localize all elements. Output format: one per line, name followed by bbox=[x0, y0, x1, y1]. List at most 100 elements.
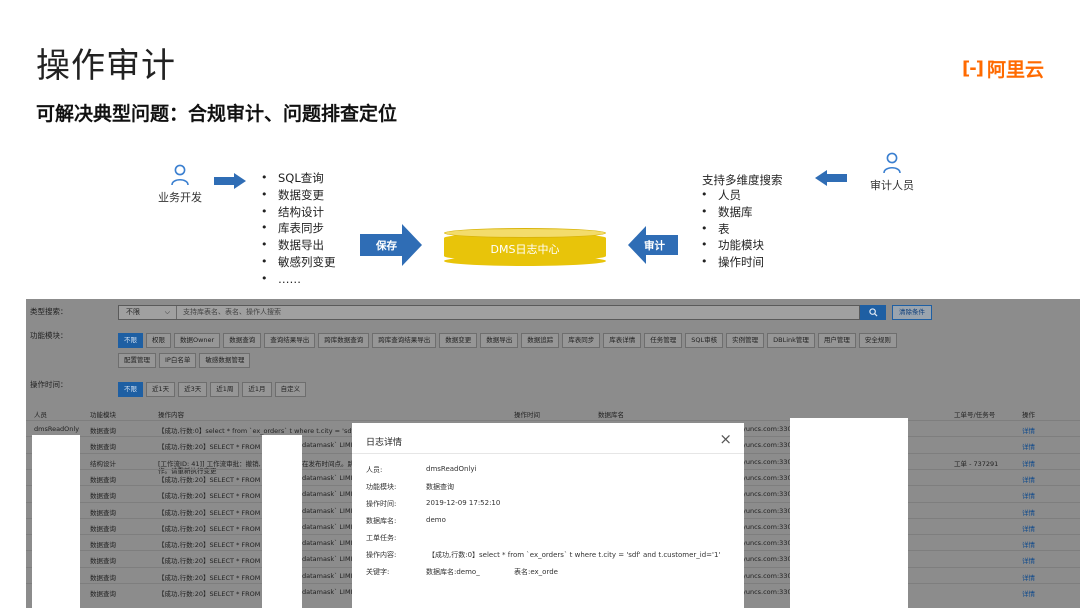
filter-chip[interactable]: 近1天 bbox=[146, 382, 176, 397]
filter-chip[interactable]: 近1周 bbox=[210, 382, 240, 397]
cell-module: 结构设计 bbox=[90, 459, 116, 468]
cell-db: yuncs.com:330 bbox=[742, 441, 792, 450]
cell-module: 数据查询 bbox=[90, 443, 116, 452]
detail-link[interactable]: 详情 bbox=[1022, 523, 1035, 533]
brand-logo: [-] 阿里云 bbox=[962, 55, 1044, 82]
filter-chip[interactable]: 不限 bbox=[118, 333, 143, 348]
cell-module: 数据查询 bbox=[90, 492, 116, 501]
alibaba-cloud-mark-icon: [-] bbox=[962, 58, 984, 79]
detail-link[interactable]: 详情 bbox=[1022, 588, 1035, 598]
type-search-bar: 不限 ⌵ 支持库表名、表名、操作人搜索 bbox=[118, 305, 860, 320]
cell-content: 【成功,行数:20】SELECT * FROM bbox=[158, 590, 261, 598]
filter-chip[interactable]: 查询结果导出 bbox=[264, 333, 316, 348]
log-detail-modal: 日志详情 × 人员: dmsReadOnlyi 功能模块: 数据查询 操作时间: 2019… bbox=[352, 423, 744, 608]
cell-content: 【成功,行数:20】SELECT * FROM bbox=[158, 492, 261, 501]
filter-chip[interactable]: 实例管理 bbox=[726, 333, 765, 348]
filter-chip[interactable]: 自定义 bbox=[274, 382, 307, 397]
search-input[interactable]: 支持库表名、表名、操作人搜索 bbox=[183, 306, 783, 319]
cell-module: 数据查询 bbox=[90, 541, 116, 550]
detail-link[interactable]: 详情 bbox=[1022, 474, 1035, 484]
filter-chip[interactable]: 近1月 bbox=[242, 382, 272, 397]
detail-link[interactable]: 详情 bbox=[1022, 572, 1035, 582]
filter-chip[interactable]: DBLink管理 bbox=[767, 333, 815, 348]
cell-module: 数据查询 bbox=[90, 557, 116, 566]
cell-db: yuncs.com:330 bbox=[742, 522, 792, 531]
search-dimension-item: 数据库 bbox=[700, 204, 764, 221]
detail-link[interactable]: 详情 bbox=[1022, 539, 1035, 549]
search-button[interactable] bbox=[860, 305, 886, 320]
detail-link[interactable]: 详情 bbox=[1022, 458, 1035, 468]
col-db: 数据库名 bbox=[598, 411, 624, 419]
filter-chip[interactable]: 近3天 bbox=[178, 382, 208, 397]
module-chips-row-1: 不限 权限 数据Owner 数据查询 查询结果导出 跨库数据查询 跨库查询结果导出 数据变更数… bbox=[118, 333, 897, 348]
cell-module: 数据查询 bbox=[90, 475, 116, 484]
brand-text: 阿里云 bbox=[986, 59, 1044, 81]
modal-field-key: 数据库名: bbox=[366, 517, 397, 525]
filter-chip[interactable]: 配置管理 bbox=[118, 353, 156, 368]
modal-field-value: dmsReadOnlyi bbox=[426, 465, 477, 473]
auditor-actor: 审计人员 bbox=[870, 152, 914, 193]
filter-chip[interactable]: 库表详情 bbox=[603, 333, 642, 348]
filter-chip[interactable]: 库表同步 bbox=[562, 333, 601, 348]
col-time: 操作时间 bbox=[514, 411, 540, 419]
search-dimension-item: 表 bbox=[700, 221, 764, 238]
cell-content: 【成功,行数:20】SELECT * FROM bbox=[158, 557, 261, 566]
cell-content-tail: datamask` LIMIT bbox=[302, 539, 357, 548]
filter-chip[interactable]: 跨库查询结果导出 bbox=[372, 333, 437, 348]
feature-item: 敏感列变更 bbox=[260, 254, 336, 271]
filter-chip[interactable]: IP白名单 bbox=[159, 353, 197, 368]
filter-chip[interactable]: 敏感数据管理 bbox=[199, 353, 251, 368]
cell-content-tail: datamask` LIMIT bbox=[302, 571, 357, 580]
modal-field-value: 2019-12-09 17:52:10 bbox=[426, 499, 501, 507]
clear-filters-button[interactable]: 清除条件 bbox=[892, 305, 932, 320]
detail-link[interactable]: 详情 bbox=[1022, 441, 1035, 451]
detail-link[interactable]: 详情 bbox=[1022, 555, 1035, 565]
col-action: 操作 bbox=[1022, 411, 1035, 419]
filter-chip[interactable]: 数据Owner bbox=[174, 333, 221, 348]
modal-divider bbox=[352, 453, 744, 454]
modal-field-value: demo bbox=[426, 516, 446, 524]
cell-content-tail: datamask` LIMIT bbox=[302, 588, 357, 596]
cell-person: dmsReadOnly bbox=[34, 425, 80, 433]
search-dimension-item: 功能模块 bbox=[700, 237, 764, 254]
cell-content-tail: datamask` LIMIT bbox=[302, 441, 357, 450]
dev-feature-list: SQL查询数据变更结构设计库表同步数据导出敏感列变更…… bbox=[260, 170, 336, 288]
type-select[interactable]: 不限 ⌵ bbox=[119, 306, 177, 319]
cell-db: yuncs.com:330 bbox=[742, 555, 792, 564]
filter-chip[interactable]: 数据查询 bbox=[223, 333, 262, 348]
dms-log-center: DMS日志中心 bbox=[444, 228, 606, 266]
module-chips-row-2: 配置管理 IP白名单 敏感数据管理 bbox=[118, 353, 251, 368]
cell-module: 数据查询 bbox=[90, 524, 116, 533]
arrow-left-icon bbox=[815, 170, 847, 186]
filter-chip[interactable]: 安全规则 bbox=[858, 333, 897, 348]
filter-chip[interactable]: 用户管理 bbox=[817, 333, 856, 348]
filter-chip[interactable]: 不限 bbox=[118, 382, 143, 397]
detail-link[interactable]: 详情 bbox=[1022, 507, 1035, 517]
filter-chip[interactable]: 任务管理 bbox=[644, 333, 683, 348]
detail-link[interactable]: 详情 bbox=[1022, 490, 1035, 500]
cell-ticket: 工单 - 737291 bbox=[954, 459, 999, 468]
detail-link[interactable]: 详情 bbox=[1022, 425, 1035, 435]
filter-chip[interactable]: 数据变更 bbox=[439, 333, 478, 348]
cell-content: 【成功,行数:20】SELECT * FROM bbox=[158, 541, 261, 550]
feature-item: 数据导出 bbox=[260, 237, 336, 254]
filter-chip[interactable]: 数据追踪 bbox=[521, 333, 560, 348]
audit-arrow-label: 审计 bbox=[644, 240, 665, 252]
cell-content-tail: datamask` LIMIT bbox=[302, 555, 357, 564]
modal-field-key: 人员: bbox=[366, 466, 383, 474]
filter-chip[interactable]: SQL审核 bbox=[685, 333, 724, 348]
cell-content: 【成功,行数:0】select * from `ex_orders` t whe… bbox=[158, 427, 370, 435]
cell-content: 【成功,行数:20】SELECT * FROM bbox=[158, 508, 261, 517]
modal-field-value: 【成功,行数:0】select * from `ex_orders` t whe… bbox=[428, 551, 721, 559]
developer-actor: 业务开发 bbox=[158, 164, 202, 205]
cell-db: yuncs.com:330 bbox=[742, 457, 792, 466]
filter-chip[interactable]: 数据导出 bbox=[480, 333, 519, 348]
type-select-value: 不限 bbox=[126, 308, 140, 316]
modal-title: 日志详情 bbox=[366, 438, 403, 448]
slide-subtitle: 可解决典型问题：合规审计、问题排查定位 bbox=[36, 103, 398, 125]
close-icon[interactable]: × bbox=[719, 430, 732, 448]
arrow-right-icon bbox=[214, 173, 246, 189]
filter-chip[interactable]: 权限 bbox=[146, 333, 171, 348]
filter-chip[interactable]: 跨库数据查询 bbox=[318, 333, 370, 348]
cell-db: yuncs.com:330 bbox=[742, 506, 792, 515]
